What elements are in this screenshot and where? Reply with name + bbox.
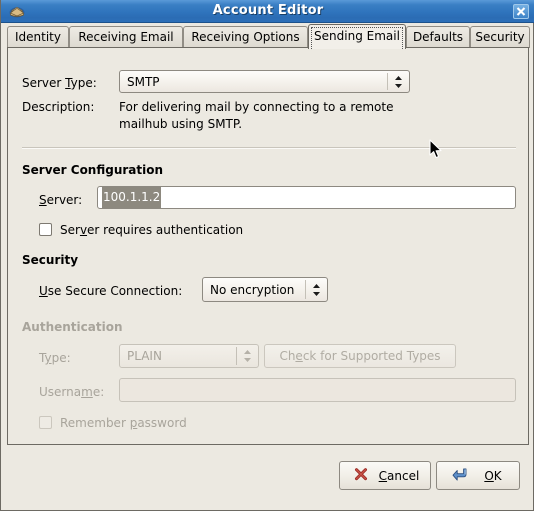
tab-security[interactable]: Security [470, 26, 530, 48]
security-heading: Security [22, 253, 79, 267]
secure-connection-combobox[interactable]: No encryption [202, 277, 328, 302]
tab-bar: Identity Receiving Email Receiving Optio… [7, 24, 530, 49]
tab-label: Receiving Options [191, 30, 300, 44]
cancel-label: Cancel [378, 468, 420, 483]
close-x-icon [354, 467, 368, 484]
username-label: Username: [39, 385, 105, 399]
window-titlebar[interactable]: Account Editor [1, 0, 534, 23]
secure-connection-label: Use Secure Connection: [39, 284, 183, 298]
server-requires-auth-label: Server requires authentication [60, 223, 244, 237]
auth-type-label: Type: [39, 351, 71, 365]
check-supported-types-button: Check for Supported Types [264, 344, 456, 368]
section-separator [22, 147, 516, 149]
username-input [119, 378, 516, 402]
description-line-2: mailhub using SMTP. [119, 117, 243, 131]
remember-password-label: Remember password [60, 416, 187, 430]
server-type-label: Server Type: [22, 76, 97, 90]
window-title: Account Editor [212, 3, 324, 18]
server-label: Server: [39, 193, 83, 207]
description-label: Description: [22, 100, 95, 114]
authentication-heading: Authentication [22, 320, 123, 334]
combo-divider [387, 73, 388, 90]
sending-email-panel: Server Type: SMTP Description: For deliv… [7, 47, 529, 445]
auth-type-combobox: PLAIN [119, 344, 259, 368]
tab-receiving-options[interactable]: Receiving Options [183, 26, 308, 48]
account-editor-dialog: Account Editor Identity Receiving Email … [0, 0, 534, 511]
tab-label: Receiving Email [78, 30, 174, 44]
chevron-updown-icon [394, 75, 403, 89]
ok-label: OK [484, 468, 502, 483]
enter-arrow-icon [452, 467, 468, 484]
close-icon[interactable] [513, 4, 529, 19]
server-configuration-heading: Server Configuration [22, 163, 164, 177]
tab-label: Identity [15, 30, 61, 44]
secure-connection-value: No encryption [210, 283, 295, 297]
server-input[interactable]: 100.1.1.2 [97, 186, 516, 209]
description-line-1: For delivering mail by connecting to a r… [119, 100, 394, 114]
remember-password-checkbox [39, 416, 52, 429]
auth-type-value: PLAIN [127, 349, 162, 363]
chevron-updown-icon [312, 283, 321, 297]
tab-identity[interactable]: Identity [7, 26, 69, 48]
tab-defaults[interactable]: Defaults [406, 26, 470, 48]
tab-label: Sending Email [314, 29, 400, 43]
tab-sending-email[interactable]: Sending Email [308, 24, 406, 49]
server-type-value: SMTP [127, 75, 160, 89]
tab-label: Security [475, 30, 525, 44]
combo-divider [305, 280, 306, 299]
combo-divider [236, 347, 237, 365]
cancel-button[interactable]: Cancel [339, 461, 431, 490]
dialog-action-area: Cancel OK [2, 447, 534, 510]
server-requires-auth-checkbox[interactable] [39, 223, 52, 236]
server-type-combobox[interactable]: SMTP [119, 70, 410, 93]
tab-label: Defaults [412, 30, 464, 44]
chevron-updown-icon [243, 349, 252, 363]
server-value: 100.1.1.2 [102, 187, 162, 208]
ok-button[interactable]: OK [436, 461, 520, 490]
check-supported-types-label: Check for Supported Types [279, 349, 441, 363]
tab-receiving-email[interactable]: Receiving Email [69, 26, 183, 48]
